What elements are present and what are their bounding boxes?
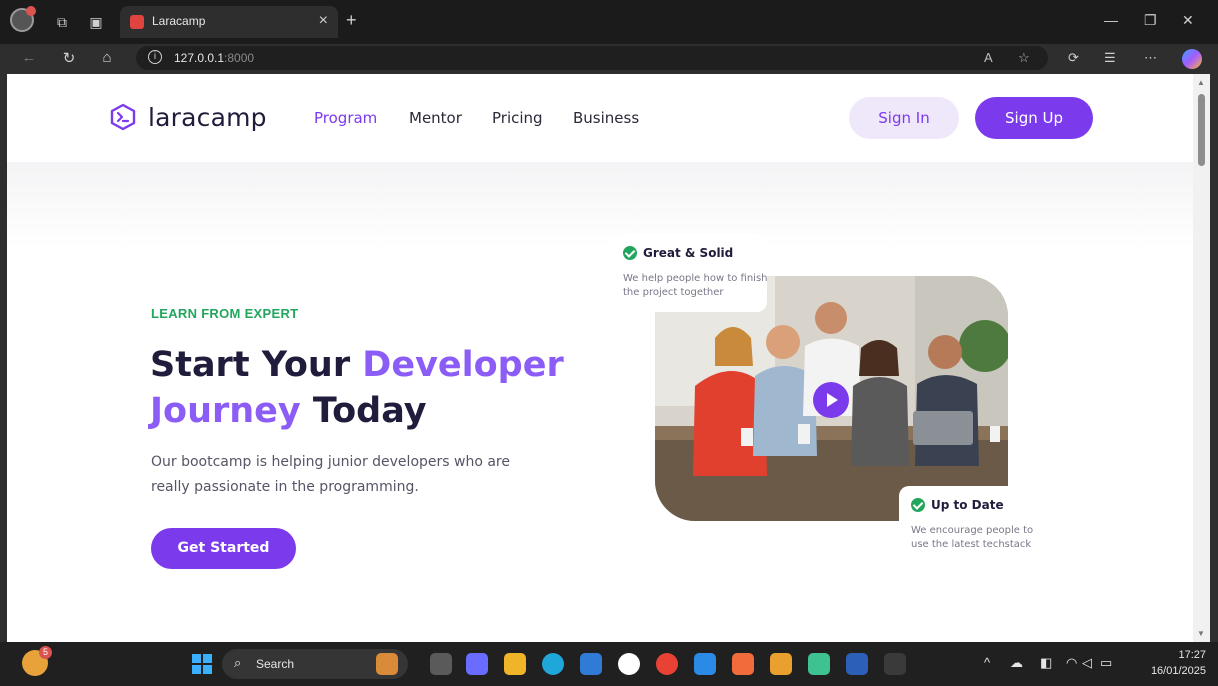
windows-start-icon[interactable]	[192, 654, 212, 674]
card-text: We encourage people to use the latest te…	[911, 525, 1034, 550]
feature-card-great-solid: Great & Solid We help people how to fini…	[611, 234, 768, 312]
nav-pricing[interactable]: Pricing	[492, 109, 543, 127]
sign-up-button[interactable]: Sign Up	[975, 97, 1093, 139]
site-header: laracamp Program Mentor Pricing Business…	[7, 74, 1193, 162]
app-icon[interactable]	[770, 653, 792, 675]
nav-mentor[interactable]: Mentor	[409, 109, 462, 127]
clock-date: 16/01/2025	[1150, 665, 1206, 677]
dell-icon[interactable]	[618, 653, 640, 675]
feature-card-up-to-date: Up to Date We encourage people to use th…	[899, 486, 1049, 564]
window-border	[1210, 74, 1218, 642]
copilot-taskbar-icon[interactable]	[466, 653, 488, 675]
onedrive-icon[interactable]: ☁	[1010, 655, 1023, 671]
refresh-icon[interactable]: ↻	[58, 49, 80, 67]
scroll-up-icon[interactable]: ▲	[1197, 78, 1205, 87]
scroll-down-icon[interactable]: ▼	[1197, 629, 1205, 638]
wifi-icon[interactable]: ◠	[1066, 655, 1077, 671]
battery-icon[interactable]: ▭	[1100, 655, 1112, 671]
app-icon[interactable]	[808, 653, 830, 675]
minimize-icon[interactable]: —	[1104, 12, 1118, 28]
edge-icon[interactable]	[542, 653, 564, 675]
new-tab-icon[interactable]: +	[346, 10, 357, 31]
browser-tab-strip: ⧉ ▣ Laracamp × + — ❐ ✕	[0, 0, 1218, 44]
page-viewport: laracamp Program Mentor Pricing Business…	[7, 74, 1193, 642]
read-aloud-icon[interactable]: A	[984, 50, 993, 65]
restore-icon[interactable]: ❐	[1144, 12, 1157, 29]
workspaces-icon[interactable]: ⧉	[52, 12, 72, 32]
favorites-icon[interactable]: ☰	[1104, 50, 1116, 66]
store-icon[interactable]	[580, 653, 602, 675]
home-icon[interactable]: ⌂	[96, 49, 118, 66]
check-icon	[911, 498, 925, 512]
notification-dot	[26, 6, 36, 16]
address-bar[interactable]: i 127.0.0.1:8000 A ☆	[136, 46, 1048, 70]
search-label: Search	[256, 657, 295, 671]
back-icon[interactable]: ←	[18, 49, 40, 66]
hero-description: Our bootcamp is helping junior developer…	[151, 454, 510, 495]
weather-widget-icon[interactable]: 5	[22, 646, 52, 676]
page-scrollbar[interactable]: ▲ ▼	[1193, 74, 1210, 642]
hero-headline: Start Your Developer Journey Today	[150, 345, 564, 431]
card-title: Great & Solid	[643, 246, 734, 260]
widget-badge: 5	[39, 646, 52, 659]
clock-time: 17:27	[1178, 649, 1206, 661]
search-icon: ⌕	[234, 655, 242, 670]
get-started-button[interactable]: Get Started	[151, 528, 296, 569]
word-icon[interactable]	[846, 653, 868, 675]
task-view-icon[interactable]	[430, 653, 452, 675]
profile-avatar[interactable]	[10, 6, 36, 32]
brand-name[interactable]: laracamp	[148, 103, 267, 132]
more-menu-icon[interactable]: ⋯	[1144, 50, 1157, 66]
search-highlight-icon[interactable]	[376, 653, 398, 675]
laracamp-logo-icon	[110, 103, 136, 131]
close-tab-icon[interactable]: ×	[319, 12, 328, 30]
laravel-favicon-icon	[130, 15, 144, 29]
scrollbar-thumb[interactable]	[1198, 94, 1205, 166]
tab-actions-icon[interactable]: ▣	[86, 12, 106, 32]
system-clock[interactable]: 17:27 16/01/2025	[1151, 647, 1206, 679]
browser-toolbar: ← ↻ ⌂ i 127.0.0.1:8000 A ☆ ⟳ ☰ ⋯	[0, 44, 1218, 74]
tab-title: Laracamp	[152, 14, 206, 28]
terminal-icon[interactable]	[884, 653, 906, 675]
copilot-icon[interactable]	[1182, 49, 1202, 69]
chrome-icon[interactable]	[656, 653, 678, 675]
xampp-icon[interactable]	[732, 653, 754, 675]
site-info-icon[interactable]: i	[148, 50, 162, 64]
show-hidden-icons-icon[interactable]: ^	[984, 655, 990, 670]
taskbar: 5 ⌕ Search ^ ☁ ◧ ◠ ◁ ▭ 17:27 16/01/2025	[0, 642, 1218, 686]
hero-kicker: LEARN FROM EXPERT	[151, 306, 299, 321]
favorite-star-icon[interactable]: ☆	[1018, 50, 1030, 66]
nav-business[interactable]: Business	[573, 109, 639, 127]
sign-in-button[interactable]: Sign In	[849, 97, 959, 139]
extensions-icon[interactable]: ⟳	[1068, 50, 1079, 66]
file-explorer-icon[interactable]	[504, 653, 526, 675]
play-video-button[interactable]	[813, 382, 849, 418]
url-text: 127.0.0.1:8000	[174, 51, 255, 65]
close-window-icon[interactable]: ✕	[1182, 12, 1194, 29]
vscode-icon[interactable]	[694, 653, 716, 675]
card-text: We help people how to finish the project…	[623, 273, 768, 298]
check-icon	[623, 246, 637, 260]
card-title: Up to Date	[931, 498, 1004, 512]
nav-program[interactable]: Program	[314, 109, 377, 127]
tab-laracamp[interactable]: Laracamp ×	[120, 6, 338, 38]
volume-icon[interactable]: ◁	[1082, 655, 1092, 671]
window-border	[0, 74, 7, 642]
app-tray-icon[interactable]: ◧	[1040, 655, 1052, 671]
